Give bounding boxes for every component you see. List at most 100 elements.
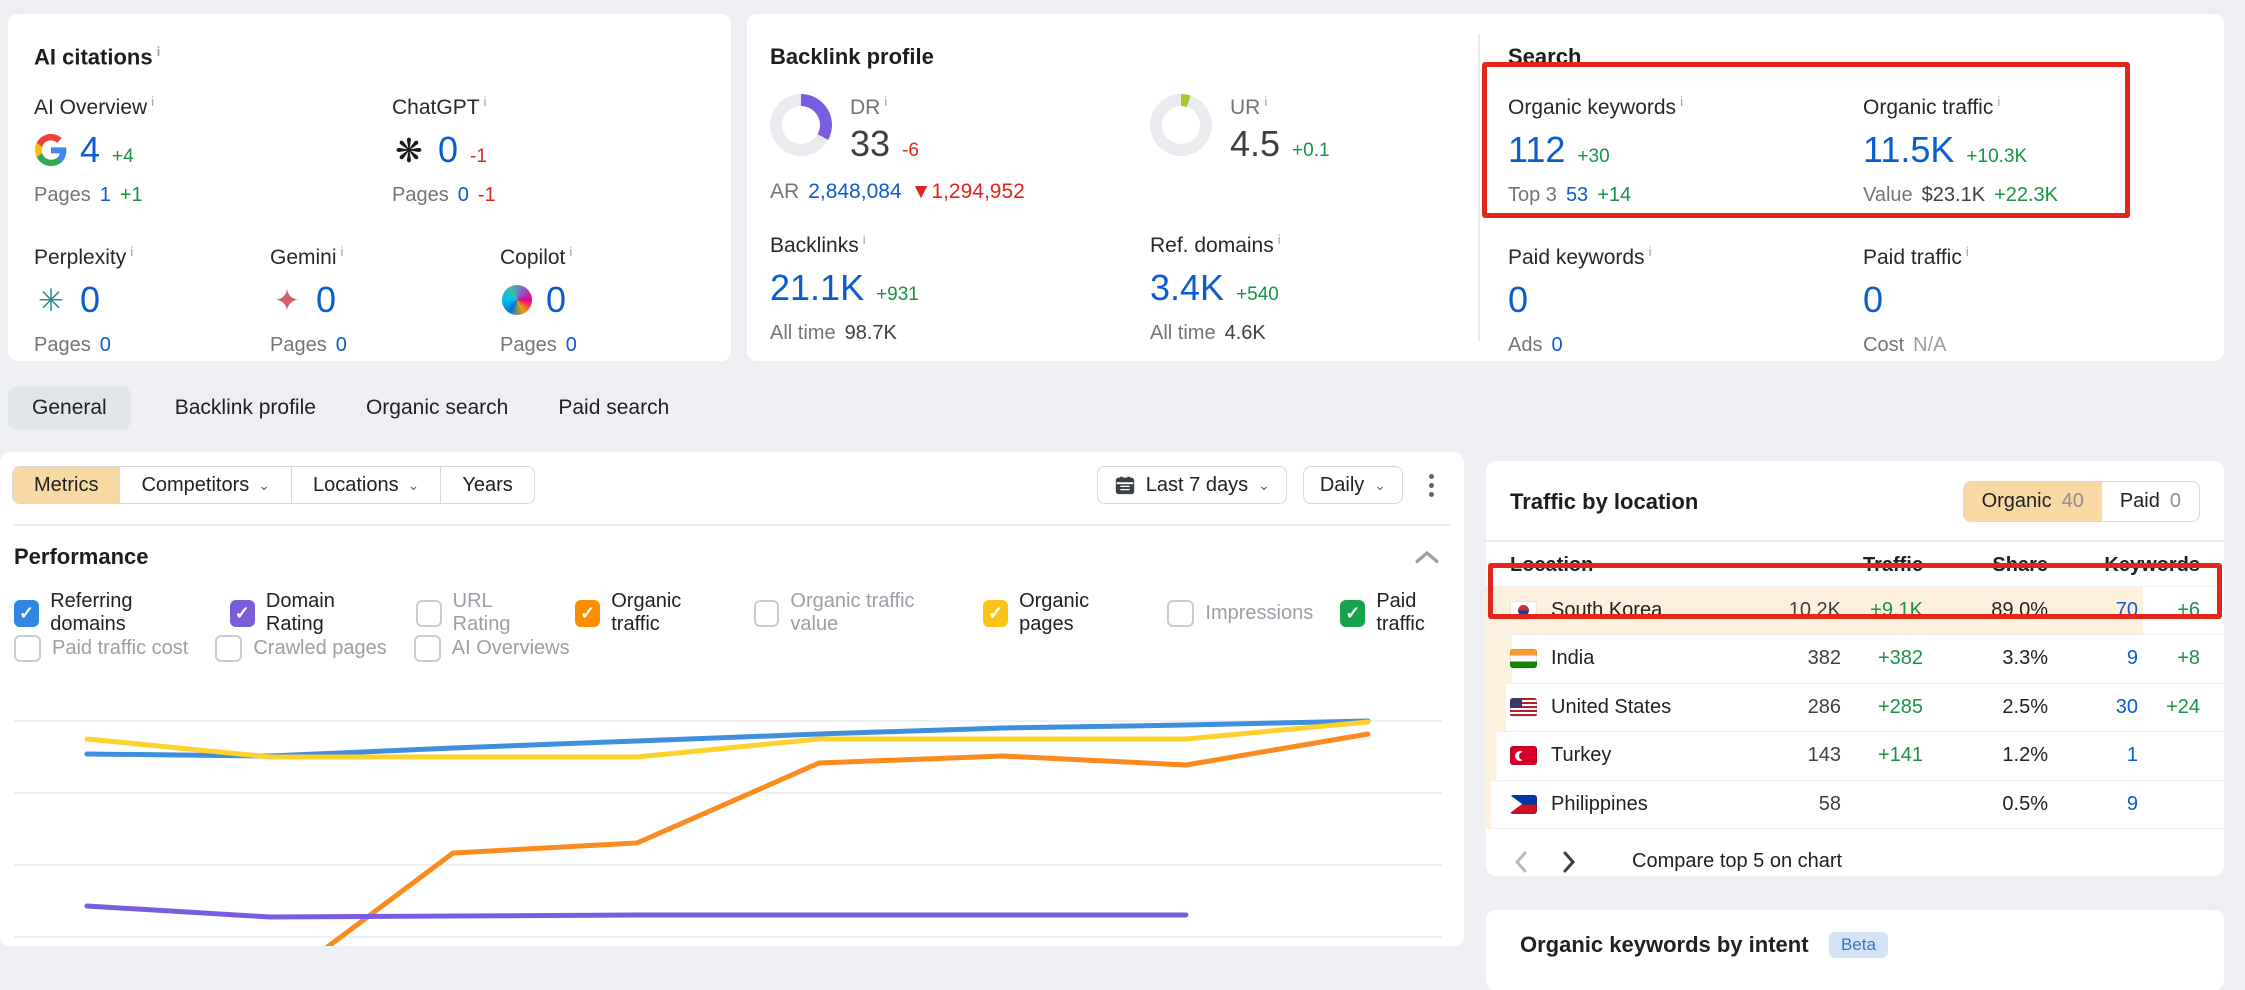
- granularity-button[interactable]: Daily ⌄: [1303, 466, 1403, 504]
- metric-checkbox-ai-overviews[interactable]: AI Overviews: [414, 635, 570, 662]
- info-icon[interactable]: i: [1997, 94, 2000, 109]
- page-next-chevron-icon[interactable]: [1558, 847, 1580, 877]
- us-flag-icon: [1510, 698, 1537, 717]
- keywords-value[interactable]: 9: [2048, 647, 2138, 670]
- sub-stats: All time98.7K: [770, 322, 1150, 345]
- text: Paid keywords: [1508, 246, 1645, 269]
- metric-checkbox-organic-traffic[interactable]: ✓Organic traffic: [575, 590, 727, 636]
- column-header-keywords: Keywords: [2048, 554, 2200, 577]
- checkbox-label: Crawled pages: [253, 637, 386, 660]
- metric-checkbox-domain-rating[interactable]: ✓Domain Rating: [230, 590, 390, 636]
- metric-paid-traffic: Paid traffici0CostN/A: [1863, 244, 2198, 364]
- rating-dr: DRi33-6: [770, 94, 1150, 164]
- info-icon[interactable]: i: [151, 94, 154, 109]
- performance-line-chart[interactable]: [0, 660, 1464, 946]
- metric-delta: +540: [1236, 284, 1279, 306]
- metric-label: Perplexity i: [34, 244, 270, 270]
- text: 0: [458, 184, 469, 207]
- text: 0: [566, 334, 577, 357]
- rating-donut: [770, 94, 832, 156]
- perplexity-icon: ✳: [34, 283, 68, 317]
- keywords-value[interactable]: 70: [2048, 599, 2138, 622]
- table-row-united-states[interactable]: United States286+2852.5%30+24: [1486, 683, 2224, 732]
- metric-gemini: Geminii✦0Pages0: [270, 244, 500, 364]
- tr-flag-icon: [1510, 746, 1537, 765]
- traffic-delta: +141: [1851, 744, 1923, 767]
- info-icon[interactable]: i: [1278, 232, 1281, 247]
- text: Backlinks: [770, 234, 859, 257]
- chevron-down-icon: ⌄: [408, 477, 420, 494]
- metric-value-row: 3.4K+540: [1150, 268, 1470, 308]
- text: Copilot: [500, 246, 565, 269]
- info-icon[interactable]: i: [569, 244, 572, 259]
- info-icon[interactable]: i: [1680, 94, 1683, 109]
- page-prev-chevron-icon[interactable]: [1510, 847, 1532, 877]
- table-row-philippines[interactable]: Philippines580.5%9: [1486, 780, 2224, 829]
- date-range-button[interactable]: Last 7 days ⌄: [1097, 466, 1287, 504]
- toggle-label: Paid: [2120, 490, 2160, 513]
- checkbox: [1167, 600, 1194, 627]
- traffic-by-location-panel: Traffic by location Organic40Paid0 Locat…: [1486, 461, 2224, 876]
- text: N/A: [1913, 334, 1946, 357]
- checkbox-label: Referring domains: [50, 590, 203, 636]
- metric-value: 11.5K: [1863, 130, 1954, 170]
- location-name: India: [1551, 647, 1594, 670]
- text: +1: [120, 184, 143, 207]
- metric-value-row: 4+4: [34, 130, 392, 170]
- info-icon[interactable]: i: [484, 94, 487, 109]
- tab-paid-search[interactable]: Paid search: [552, 387, 675, 429]
- ai-citations-row-1: AI Overviewi4+4Pages1+1ChatGPTi❋0-1Pages…: [34, 94, 705, 214]
- text: 0: [1551, 334, 1562, 357]
- metric-checkbox-paid-traffic[interactable]: ✓Paid traffic: [1340, 590, 1464, 636]
- share-cell: 0.5%: [1923, 793, 2048, 816]
- info-icon[interactable]: i: [863, 232, 866, 247]
- metric-checkbox-url-rating[interactable]: URL Rating: [416, 590, 548, 636]
- segment-competitors[interactable]: Competitors⌄: [119, 467, 291, 503]
- text: Organic traffic: [1863, 96, 1993, 119]
- text: Cost: [1863, 334, 1904, 357]
- info-icon[interactable]: i: [884, 94, 887, 109]
- table-row-turkey[interactable]: Turkey143+1411.2%1: [1486, 731, 2224, 780]
- info-icon[interactable]: i: [1649, 244, 1652, 259]
- metric-checkbox-paid-traffic-cost[interactable]: Paid traffic cost: [14, 635, 188, 662]
- tab-organic-search[interactable]: Organic search: [360, 387, 514, 429]
- segment-years[interactable]: Years: [440, 467, 533, 503]
- text: Perplexity: [34, 246, 126, 269]
- toggle-paid[interactable]: Paid0: [2102, 482, 2199, 521]
- sub-stats: Pages0: [34, 334, 270, 357]
- metric-label: Paid traffici: [1863, 244, 2198, 270]
- compare-top5-link[interactable]: Compare top 5 on chart: [1632, 850, 1842, 873]
- metric-value-row: ✦0: [270, 280, 500, 320]
- info-icon[interactable]: i: [1966, 244, 1969, 259]
- metric-checkbox-organic-traffic-value[interactable]: Organic traffic value: [754, 590, 956, 636]
- table-row-south-korea[interactable]: South Korea10.2K+9.1K89.0%70+6: [1486, 586, 2224, 635]
- metric-checkbox-organic-pages[interactable]: ✓Organic pages: [983, 590, 1140, 636]
- toggle-organic[interactable]: Organic40: [1964, 482, 2102, 521]
- keywords-value[interactable]: 30: [2048, 696, 2138, 719]
- segment-metrics[interactable]: Metrics: [13, 467, 119, 503]
- info-icon[interactable]: i: [341, 244, 344, 259]
- collapse-chevron-up-icon[interactable]: [1414, 550, 1440, 564]
- segment-locations[interactable]: Locations⌄: [291, 467, 440, 503]
- keywords-value[interactable]: 1: [2048, 744, 2138, 767]
- tab-general[interactable]: General: [8, 387, 131, 429]
- google-g-icon: [34, 133, 68, 167]
- table-row-india[interactable]: India382+3823.3%9+8: [1486, 634, 2224, 683]
- metric-label: Organic traffic i: [1863, 94, 2198, 120]
- tab-backlink-profile[interactable]: Backlink profile: [169, 387, 322, 429]
- metric-checkbox-referring-domains[interactable]: ✓Referring domains: [14, 590, 203, 636]
- info-icon[interactable]: i: [157, 44, 161, 59]
- metric-checkbox-crawled-pages[interactable]: Crawled pages: [215, 635, 386, 662]
- metric-checkbox-row-2: Paid traffic cost Crawled pages AI Overvie…: [14, 635, 570, 662]
- sub-stats: All time4.6K: [1150, 322, 1470, 345]
- more-options-kebab-icon[interactable]: [1419, 468, 1444, 503]
- metric-checkbox-impressions[interactable]: Impressions: [1167, 600, 1313, 627]
- info-icon[interactable]: i: [130, 244, 133, 259]
- text: ▼1,294,952: [911, 180, 1025, 204]
- text: AI Overview: [34, 96, 147, 119]
- info-icon[interactable]: i: [1264, 94, 1267, 109]
- checkbox: [414, 635, 441, 662]
- keywords-value[interactable]: 9: [2048, 793, 2138, 816]
- share-cell: 1.2%: [1923, 744, 2048, 767]
- card-divider: [1478, 34, 1480, 341]
